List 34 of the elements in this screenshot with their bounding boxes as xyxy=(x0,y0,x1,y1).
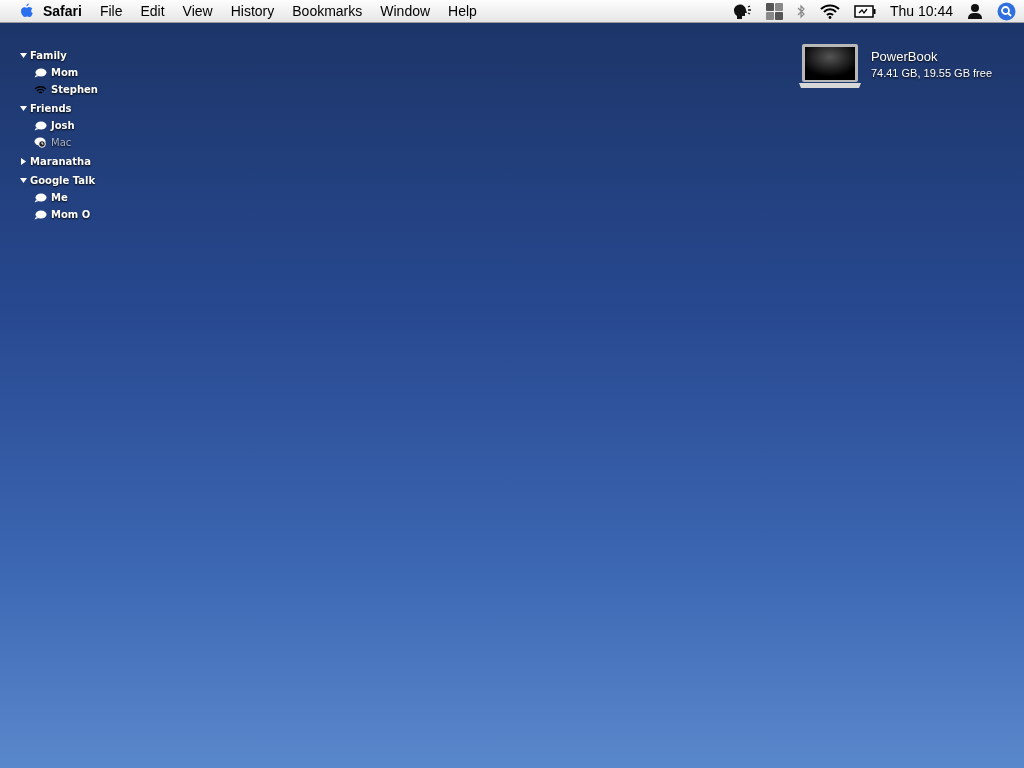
menu-item[interactable]: Help xyxy=(439,3,486,19)
disclosure-down-icon[interactable] xyxy=(20,177,27,184)
buddy-name[interactable]: Josh xyxy=(51,120,75,131)
wifi-icon[interactable] xyxy=(819,3,840,19)
menu-item[interactable]: Edit xyxy=(131,3,174,19)
laptop-icon[interactable] xyxy=(798,43,861,89)
menu-item[interactable]: Window xyxy=(371,3,440,19)
user-icon[interactable] xyxy=(967,3,983,19)
search-icon[interactable] xyxy=(997,1,1016,21)
battery-charging-icon[interactable] xyxy=(853,4,876,18)
app-menu[interactable]: Safari xyxy=(34,3,91,19)
buddy-name[interactable]: Mom xyxy=(51,67,79,78)
buddy-name[interactable]: Mom O xyxy=(51,209,91,220)
disclosure-down-icon[interactable] xyxy=(20,105,27,112)
group-name[interactable]: Maranatha xyxy=(30,156,91,167)
group-name[interactable]: Family xyxy=(30,50,67,61)
menu-item[interactable]: History xyxy=(221,3,284,19)
menu-clock[interactable]: Thu 10:44 xyxy=(889,3,953,19)
buddy-name[interactable]: Stephen xyxy=(51,84,98,95)
apple-logo-icon[interactable] xyxy=(18,2,34,20)
menu-item[interactable]: Bookmarks xyxy=(283,3,372,19)
spaces-grid-icon[interactable] xyxy=(765,2,783,20)
bluetooth-icon[interactable] xyxy=(796,3,806,19)
menu-item[interactable]: View xyxy=(173,3,222,19)
disclosure-down-icon[interactable] xyxy=(20,52,27,59)
buddy-name[interactable]: Me xyxy=(51,192,68,203)
buddy-name[interactable]: Mac xyxy=(51,137,72,148)
group-name[interactable]: Google Talk xyxy=(30,175,96,186)
disclosure-right-icon[interactable] xyxy=(20,158,27,165)
drive-name: PowerBook xyxy=(870,49,939,64)
speaking-head-icon[interactable] xyxy=(731,3,752,19)
menu-item[interactable]: File xyxy=(90,3,132,19)
group-name[interactable]: Friends xyxy=(30,103,72,114)
drive-info: 74.41 GB, 19.55 GB free xyxy=(870,67,992,79)
